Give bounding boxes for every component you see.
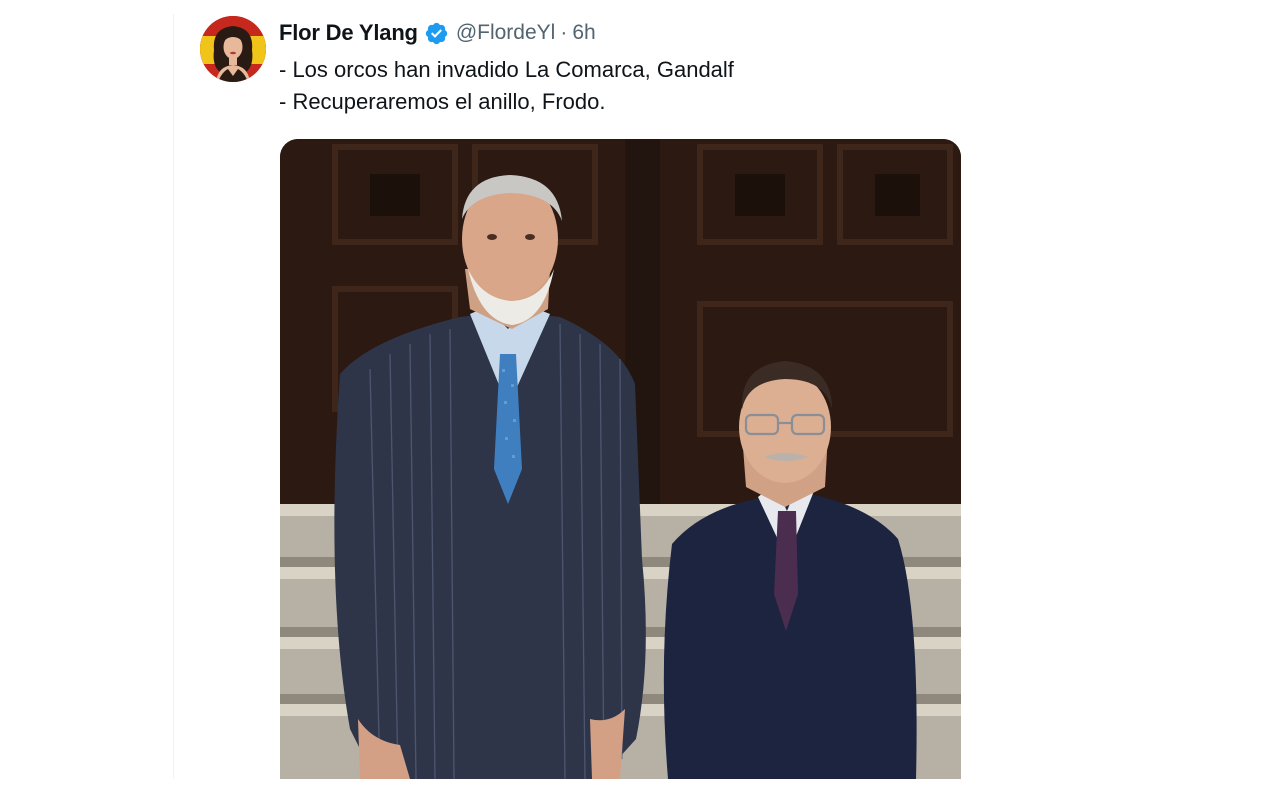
display-name[interactable]: Flor De Ylang (279, 20, 418, 46)
avatar[interactable] (200, 16, 266, 82)
separator-dot: · (560, 21, 568, 44)
tweet-photo[interactable] (280, 139, 961, 779)
verified-badge-icon[interactable] (424, 21, 449, 46)
tweet-header: Flor De Ylang @FlordeYl · 6h (279, 18, 596, 48)
tweet[interactable]: Flor De Ylang @FlordeYl · 6h - Los orcos… (174, 0, 1280, 793)
woman-portrait-icon (200, 16, 266, 82)
tweet-page: Flor De Ylang @FlordeYl · 6h - Los orcos… (0, 0, 1280, 793)
photo-two-men-in-suits (280, 139, 961, 779)
timestamp[interactable]: 6h (572, 21, 595, 45)
user-handle[interactable]: @FlordeYl (456, 21, 556, 45)
tweet-text-line: - Los orcos han invadido La Comarca, Gan… (279, 57, 734, 82)
tweet-text: - Los orcos han invadido La Comarca, Gan… (279, 54, 734, 118)
tweet-text-line: - Recuperaremos el anillo, Frodo. (279, 89, 606, 114)
